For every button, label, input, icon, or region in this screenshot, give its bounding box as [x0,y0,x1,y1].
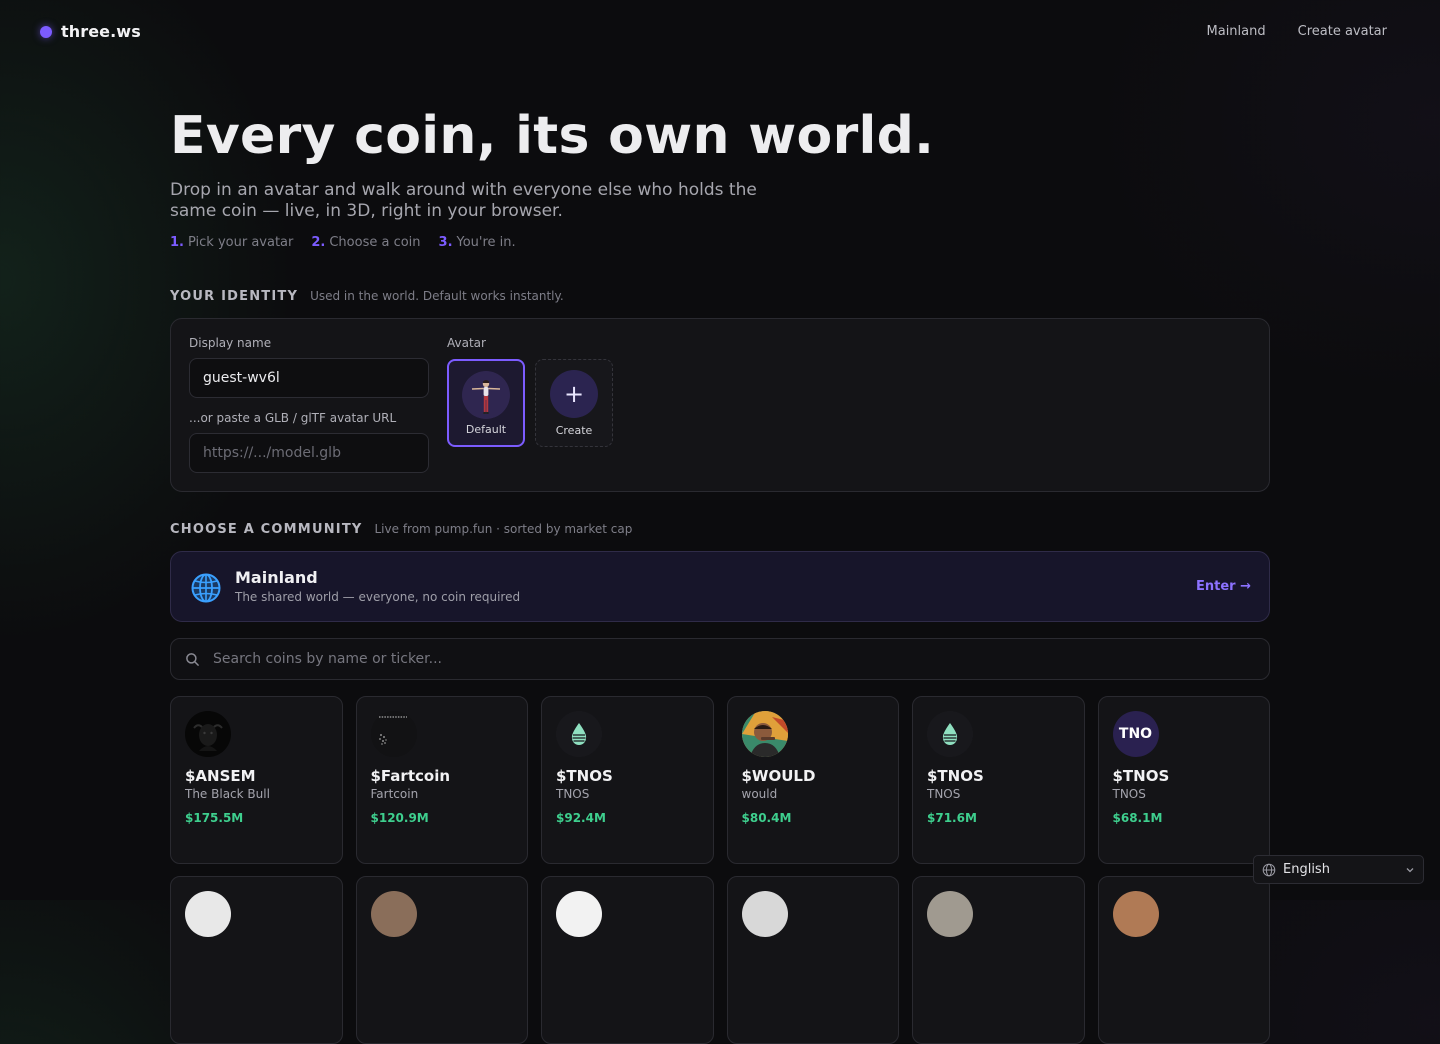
coin-card[interactable] [912,876,1085,1044]
display-name-label: Display name [189,336,272,350]
top-nav: three.ws Mainland Create avatar [0,0,1440,64]
identity-section-header: YOUR IDENTITY Used in the world. Default… [170,289,564,304]
coin-card[interactable] [541,876,714,1044]
mainland-enter-link[interactable]: Enter → [1196,579,1251,594]
coin-card[interactable]: $ANSEM The Black Bull $175.5M [170,696,343,864]
chevron-down-icon [1406,868,1414,873]
language-select[interactable]: English [1253,855,1424,884]
avatar-option-create[interactable]: + Create [535,359,613,447]
identity-card: Display name ...or paste a GLB / glTF av… [170,318,1270,492]
coin-market-cap: $175.5M [185,811,244,825]
step-item: 3. You're in. [438,235,516,250]
drop-avatar-icon [556,711,602,757]
coin-grid: $ANSEM The Black Bull $175.5M $Fartcoin [170,696,1270,1044]
steps-list: 1. Pick your avatar 2. Choose a coin 3. You… [170,235,516,250]
coin-name: TNOS [927,787,961,801]
coin-name: The Black Bull [185,787,270,801]
coin-ticker: $TNOS [1112,767,1170,785]
brand-logo[interactable]: three.ws [40,22,141,41]
coin-avatar-icon [370,891,417,937]
coin-search-input[interactable] [211,639,1251,679]
mainland-card[interactable]: Mainland The shared world — everyone, no… [170,551,1270,622]
step-item: 2. Choose a coin [311,235,421,250]
coin-ticker: $Fartcoin [370,767,451,785]
would-avatar-icon [741,711,788,757]
coin-name: Fartcoin [370,787,419,801]
globe-icon [1262,863,1276,877]
brand-name: three.ws [61,22,141,41]
coin-name: would [741,787,778,801]
community-section-header: CHOOSE A COMMUNITY Live from pump.fun · … [170,522,632,537]
coin-card[interactable] [170,876,343,1044]
coin-card[interactable]: $TNOS TNOS $71.6M [912,696,1085,864]
mainland-description: The shared world — everyone, no coin req… [235,590,521,604]
coin-avatar-icon [1112,891,1159,937]
coin-market-cap: $92.4M [556,811,606,825]
avatar-option-label: Create [555,424,593,437]
coin-name: TNOS [556,787,590,801]
default-avatar-icon [462,371,510,419]
coin-avatar-icon [927,891,973,937]
coin-avatar-icon [185,891,231,937]
coin-card[interactable]: $Fartcoin Fartcoin $120.9M [355,696,528,864]
identity-section-note: Used in the world. Default works instant… [310,289,564,303]
nav-link-mainland[interactable]: Mainland [1207,24,1266,39]
language-label: English [1283,862,1330,877]
coin-market-cap: $80.4M [741,811,792,825]
brand-dot-icon [40,25,52,38]
coin-search-box [170,638,1270,680]
coin-name: TNOS [1112,787,1146,801]
coin-ticker: $ANSEM [185,767,256,785]
coin-ticker: $WOULD [741,767,816,785]
avatar-url-label: ...or paste a GLB / glTF avatar URL [189,411,397,425]
coin-card[interactable]: $WOULD would $80.4M [726,696,899,864]
avatar-option-label: Default [465,423,507,436]
black-bull-avatar-icon [185,711,231,757]
coin-market-cap: $71.6M [927,811,977,825]
avatar-url-input[interactable] [189,433,429,473]
mainland-title: Mainland [235,568,318,587]
hero-title: Every coin, its own world. [170,106,935,166]
coin-card[interactable] [355,876,528,1044]
avatar-option-default[interactable]: Default [447,359,525,447]
display-name-input[interactable] [189,358,429,398]
coin-market-cap: $68.1M [1112,811,1163,825]
coin-card[interactable] [726,876,899,1044]
hero-subtitle: Drop in an avatar and walk around with e… [170,180,757,221]
globe-icon [191,573,221,603]
coin-card[interactable]: $TNOS TNOS $92.4M [541,696,714,864]
community-section-title: CHOOSE A COMMUNITY [170,522,363,537]
identity-section-title: YOUR IDENTITY [170,289,299,304]
avatar-label: Avatar [447,336,486,350]
search-icon [186,653,199,666]
coin-avatar-icon [556,891,602,937]
coin-card[interactable]: TNO $TNOS TNOS $68.1M [1097,696,1270,864]
coin-ticker: $TNOS [927,767,984,785]
fartcoin-avatar-icon [370,711,417,757]
nav-links: Mainland Create avatar [1207,24,1387,39]
coin-ticker: $TNOS [556,767,613,785]
plus-icon: + [550,370,598,418]
drop-avatar-icon [927,711,973,757]
coin-card[interactable] [1097,876,1270,1044]
coin-market-cap: $120.9M [370,811,429,825]
nav-link-create-avatar[interactable]: Create avatar [1298,24,1387,39]
community-section-note: Live from pump.fun · sorted by market ca… [374,522,633,536]
coin-avatar-icon [741,891,788,937]
text-avatar-icon: TNO [1112,711,1159,757]
step-item: 1. Pick your avatar [170,235,294,250]
